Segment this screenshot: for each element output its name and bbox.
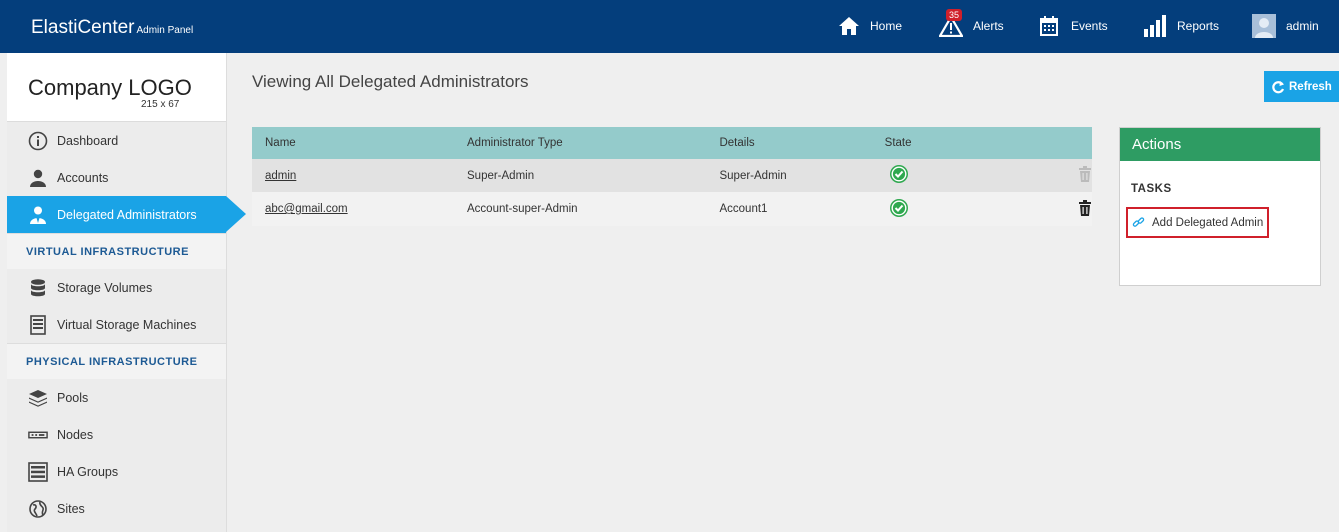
sidebar-item-pools[interactable]: Pools xyxy=(7,379,226,416)
sidebar-item-label: Pools xyxy=(57,390,89,405)
cell-name: admin xyxy=(252,159,454,192)
globe-icon xyxy=(28,499,48,519)
sidebar-item-accounts[interactable]: Accounts xyxy=(7,159,226,196)
brand-name: ElastiCenter xyxy=(31,17,135,38)
dashboard-icon xyxy=(28,131,48,151)
sidebar-item-sites[interactable]: Sites xyxy=(7,490,226,527)
sidebar-item-ha-groups[interactable]: HA Groups xyxy=(7,453,226,490)
nav-reports[interactable]: Reports xyxy=(1143,12,1219,40)
nav-home-label: Home xyxy=(870,19,903,33)
cell-administrator-type: Super-Admin xyxy=(454,159,707,192)
brand-subtitle: Admin Panel xyxy=(136,25,194,36)
sidebar-item-storage-volumes[interactable]: Storage Volumes xyxy=(7,269,226,306)
page-title: Viewing All Delegated Administrators xyxy=(252,72,529,91)
sidebar-item-virtual-storage-machines[interactable]: Virtual Storage Machines xyxy=(7,306,226,343)
nav-events[interactable]: Events xyxy=(1040,12,1108,40)
sidebar-item-label: Accounts xyxy=(57,170,109,185)
cell-delete xyxy=(967,159,1092,192)
admin-name-link[interactable]: admin xyxy=(265,170,296,182)
user-silhouette-icon xyxy=(1255,18,1273,38)
column-header-actions xyxy=(967,127,1092,159)
admin-user-icon xyxy=(28,205,48,225)
check-circle-icon xyxy=(889,198,908,217)
sidebar: Company LOGO 215 x 67 Dashboard Accounts… xyxy=(7,53,246,532)
nav-home[interactable]: Home xyxy=(838,12,902,40)
nav-events-label: Events xyxy=(1071,19,1108,33)
actions-panel: Actions TASKS Add Delegated Admin xyxy=(1119,127,1321,286)
add-delegated-admin-link[interactable]: Add Delegated Admin xyxy=(1126,207,1269,238)
server-icon xyxy=(28,314,48,335)
brand[interactable]: ElastiCenter Admin Panel xyxy=(31,17,193,39)
nav-alerts[interactable]: 35 Alerts xyxy=(939,9,1004,40)
home-icon xyxy=(839,17,859,35)
actions-panel-title: Actions xyxy=(1120,128,1320,161)
table-header-row: Name Administrator Type Details State xyxy=(252,127,1092,159)
refresh-label: Refresh xyxy=(1289,80,1332,93)
sidebar-item-delegated-administrators[interactable]: Delegated Administrators xyxy=(7,196,246,233)
link-icon xyxy=(1132,217,1145,227)
top-navigation-bar: ElastiCenter Admin Panel Home 35 Alerts E… xyxy=(0,0,1339,53)
user-icon xyxy=(28,168,48,188)
node-icon xyxy=(28,425,48,445)
calendar-icon xyxy=(1040,16,1058,36)
tasks-heading: TASKS xyxy=(1131,183,1172,195)
refresh-button[interactable]: Refresh xyxy=(1264,71,1339,102)
column-header-details[interactable]: Details xyxy=(706,127,872,159)
cell-details: Account1 xyxy=(706,192,872,226)
column-header-administrator-type[interactable]: Administrator Type xyxy=(454,127,707,159)
alerts-count-badge: 35 xyxy=(946,9,963,21)
user-avatar xyxy=(1252,14,1276,38)
column-header-state[interactable]: State xyxy=(871,127,967,159)
section-physical-infrastructure: PHYSICAL INFRASTRUCTURE xyxy=(7,343,226,379)
sidebar-item-dashboard[interactable]: Dashboard xyxy=(7,122,226,159)
column-header-name[interactable]: Name xyxy=(252,127,454,159)
sidebar-item-nodes[interactable]: Nodes xyxy=(7,416,226,453)
cell-state xyxy=(871,192,967,226)
sidebar-item-label: Virtual Storage Machines xyxy=(57,317,197,332)
nav-reports-label: Reports xyxy=(1177,19,1220,33)
check-circle-icon xyxy=(889,165,908,183)
sidebar-item-label: Nodes xyxy=(57,427,94,442)
table-row: admin Super-Admin Super-Admin xyxy=(252,159,1092,192)
nav-user-label: admin xyxy=(1286,19,1319,33)
nav-alerts-label: Alerts xyxy=(973,19,1004,33)
server-rack-icon xyxy=(28,461,48,482)
cell-name: abc@gmail.com xyxy=(252,192,454,226)
refresh-icon xyxy=(1272,80,1285,93)
logo-text: Company LOGO xyxy=(28,75,192,100)
sidebar-item-label: Storage Volumes xyxy=(57,280,153,295)
admin-name-link[interactable]: abc@gmail.com xyxy=(265,203,348,215)
logo-size: 215 x 67 xyxy=(141,99,180,110)
nav-user-menu[interactable]: admin xyxy=(1252,12,1319,40)
sidebar-item-label: Dashboard xyxy=(57,133,119,148)
table-row: abc@gmail.com Account-super-Admin Accoun… xyxy=(252,192,1092,226)
bar-chart-icon xyxy=(1144,15,1166,37)
trash-icon xyxy=(1079,166,1091,182)
cell-administrator-type: Account-super-Admin xyxy=(454,192,707,226)
section-virtual-infrastructure: VIRTUAL INFRASTRUCTURE xyxy=(7,233,226,269)
trash-icon[interactable] xyxy=(1078,199,1092,216)
company-logo: Company LOGO 215 x 67 xyxy=(7,53,226,122)
sidebar-item-label: HA Groups xyxy=(57,464,119,479)
delegated-admins-table: Name Administrator Type Details State ad… xyxy=(252,127,1092,226)
add-delegated-admin-label: Add Delegated Admin xyxy=(1152,216,1264,229)
database-icon xyxy=(28,278,48,298)
cell-delete xyxy=(967,192,1092,226)
sidebar-item-label: Delegated Administrators xyxy=(57,207,197,222)
cell-state xyxy=(871,159,967,192)
layers-icon xyxy=(28,388,48,408)
sidebar-item-label: Sites xyxy=(57,501,85,516)
cell-details: Super-Admin xyxy=(706,159,872,192)
